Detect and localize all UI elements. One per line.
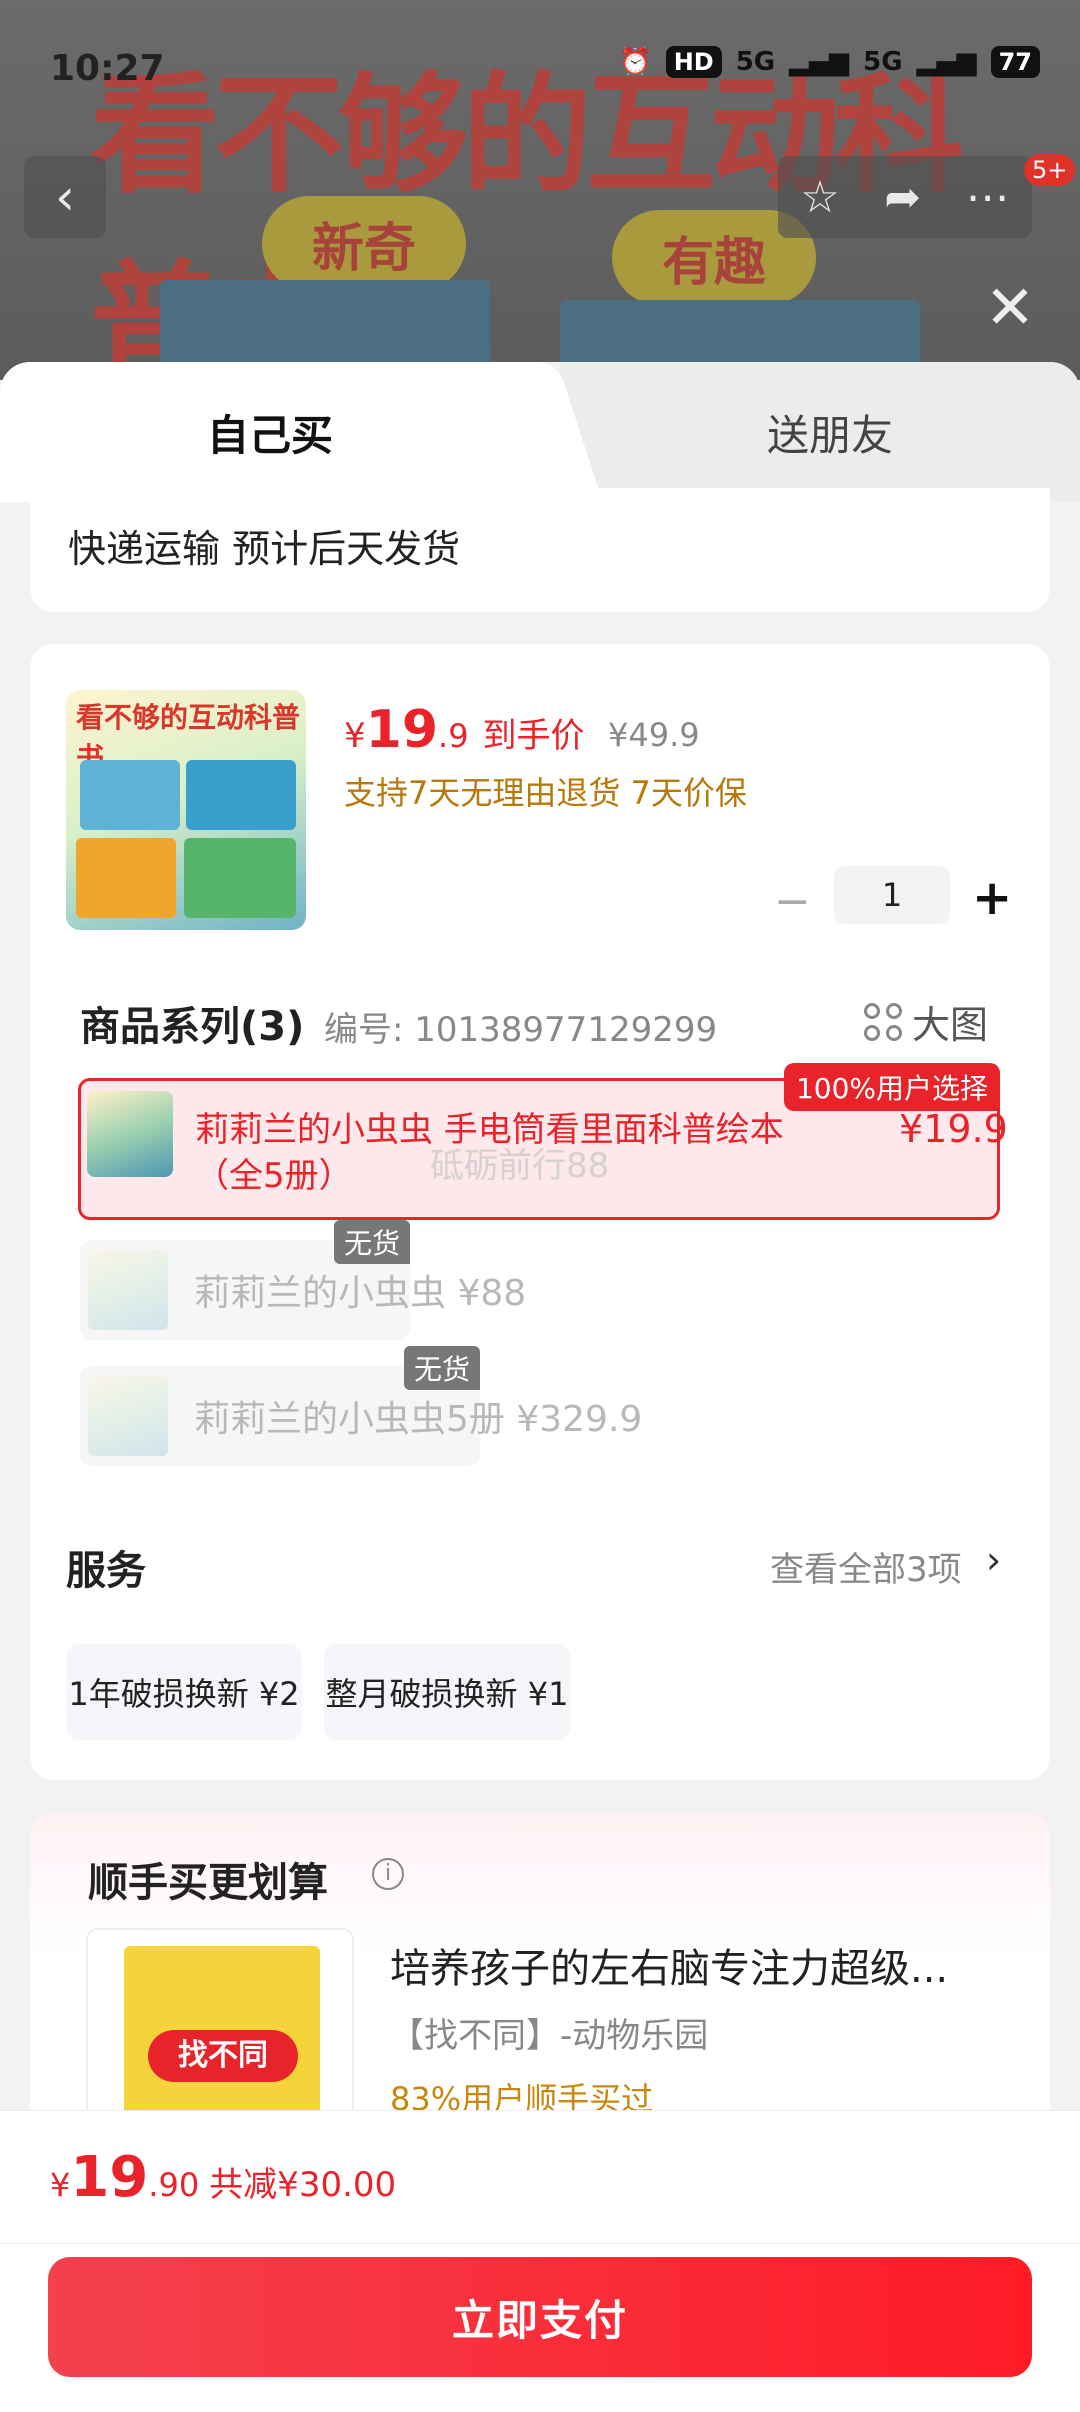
book-cover bbox=[76, 838, 176, 918]
book-cover bbox=[80, 760, 180, 830]
quantity-minus-button[interactable]: − bbox=[774, 876, 811, 927]
option-thumbnail bbox=[87, 1091, 173, 1177]
total-currency: ¥ bbox=[50, 2166, 71, 2204]
addon-card: 顺手买更划算 i 找不同 培养孩子的左右脑专注力超级... 【找不同】-动物乐园… bbox=[30, 1812, 1050, 2148]
tab-self-label: 自己买 bbox=[206, 410, 333, 460]
chevron-right-icon[interactable]: › bbox=[986, 1538, 1001, 1582]
battery-icon: 77 bbox=[990, 46, 1040, 78]
option-thumbnail bbox=[88, 1376, 168, 1456]
original-price: ¥49.9 bbox=[608, 716, 700, 754]
addon-item-name[interactable]: 培养孩子的左右脑专注力超级... bbox=[390, 1936, 948, 1994]
tab-gift[interactable]: 送朋友 bbox=[560, 362, 1080, 502]
share-icon[interactable]: ➦ bbox=[884, 172, 921, 223]
divider bbox=[0, 2243, 1080, 2244]
price-label: 到手价 bbox=[482, 716, 585, 756]
network-5g-label: 5G bbox=[863, 47, 903, 77]
status-bar: 10:27 ⏰ HD 5G ▂▄▆ 5G ▂▄▆ 77 bbox=[0, 0, 1080, 130]
service-chip[interactable]: 1年破损换新 ¥2 bbox=[66, 1644, 302, 1740]
series-title: 商品系列(3) bbox=[80, 1004, 305, 1050]
star-icon[interactable]: ☆ bbox=[800, 172, 839, 223]
delivery-card: 快递运输 预计后天发货 bbox=[30, 488, 1050, 612]
out-of-stock-tag: 无货 bbox=[333, 1220, 410, 1264]
close-icon[interactable]: ✕ bbox=[980, 278, 1040, 338]
quantity-plus-button[interactable]: + bbox=[972, 870, 1012, 926]
pay-now-button[interactable]: 立即支付 bbox=[48, 2257, 1032, 2377]
alarm-icon: ⏰ bbox=[619, 47, 652, 77]
delivery-text: 快递运输 预计后天发货 bbox=[68, 527, 461, 571]
addon-cover-label: 找不同 bbox=[148, 2030, 298, 2082]
out-of-stock-tag: 无货 bbox=[403, 1346, 480, 1390]
grid-icon bbox=[864, 1002, 902, 1041]
purchase-tabs: 送朋友 自己买 bbox=[0, 362, 1080, 502]
tab-self[interactable]: 自己买 bbox=[0, 362, 540, 502]
option-label: 莉莉兰的小虫虫5册 ¥329.9 bbox=[194, 1399, 643, 1440]
chevron-left-icon: ‹ bbox=[55, 168, 75, 226]
option-thumbnail bbox=[88, 1250, 168, 1330]
notification-badge: 5+ bbox=[1024, 154, 1076, 186]
series-code: 编号: 10138977129299 bbox=[324, 1010, 718, 1050]
signal-icon: ▂▄▆ bbox=[789, 47, 850, 77]
option-tag: 100%用户选择 bbox=[783, 1063, 1000, 1111]
addon-title: 顺手买更划算 bbox=[88, 1860, 328, 1906]
network-5g-label: 5G bbox=[735, 47, 776, 77]
purchase-sheet: 送朋友 自己买 快递运输 预计后天发货 看不够的互动科普书 ¥19.9 到手价 ¥… bbox=[0, 362, 1080, 2412]
product-banner-backdrop: 看不够的互动科普书 新奇 有趣 10:27 ⏰ HD 5G ▂▄▆ 5G ▂▄▆… bbox=[0, 0, 1080, 380]
banner-bubble-left: 新奇 bbox=[262, 196, 467, 291]
services-title: 服务 bbox=[66, 1548, 146, 1594]
quantity-input[interactable]: 1 bbox=[834, 866, 950, 924]
nav-actions: ☆ ➦ ⋯ bbox=[778, 156, 1032, 238]
book-cover bbox=[184, 838, 296, 918]
watermark: 砥砺前行88 bbox=[430, 1146, 610, 1186]
guarantee-text: 支持7天无理由退货 7天价保 bbox=[344, 774, 747, 812]
product-thumbnail[interactable]: 看不够的互动科普书 bbox=[66, 690, 306, 930]
hd-icon: HD bbox=[665, 46, 722, 78]
series-option-disabled[interactable]: 莉莉兰的小虫虫 ¥88 无货 bbox=[80, 1220, 526, 1340]
book-cover bbox=[186, 760, 296, 830]
total-decimal: .90 bbox=[148, 2166, 200, 2204]
total-saved: 共减¥30.00 bbox=[209, 2165, 397, 2205]
more-icon[interactable]: ⋯ bbox=[966, 172, 1010, 223]
total-integer: 19 bbox=[70, 2145, 149, 2210]
big-image-label: 大图 bbox=[912, 1003, 989, 1047]
checkout-bar: ¥19.90 共减¥30.00 立即支付 bbox=[0, 2110, 1080, 2412]
price-currency: ¥ bbox=[344, 716, 366, 756]
info-icon[interactable]: i bbox=[372, 1858, 404, 1890]
back-button[interactable]: ‹ bbox=[24, 156, 106, 238]
price-integer: 19 bbox=[365, 700, 439, 760]
service-chip[interactable]: 整月破损换新 ¥1 bbox=[324, 1644, 570, 1740]
series-option-disabled[interactable]: 莉莉兰的小虫虫5册 ¥329.9 无货 bbox=[80, 1346, 642, 1466]
option-price: ¥19.9 bbox=[899, 1107, 1008, 1151]
total-price: ¥19.90 共减¥30.00 bbox=[50, 2145, 396, 2210]
option-label: 莉莉兰的小虫虫 ¥88 bbox=[194, 1273, 527, 1314]
signal-icon: ▂▄▆ bbox=[916, 47, 977, 77]
price-decimal: .9 bbox=[438, 717, 469, 755]
big-image-toggle[interactable]: 大图 bbox=[864, 994, 988, 1049]
product-card: 看不够的互动科普书 ¥19.9 到手价 ¥49.9 支持7天无理由退货 7天价保 … bbox=[30, 644, 1050, 1780]
services-view-all[interactable]: 查看全部3项 bbox=[770, 1542, 962, 1591]
final-price: ¥19.9 到手价 bbox=[344, 700, 585, 760]
status-time: 10:27 bbox=[50, 48, 165, 89]
addon-item-sub: 【找不同】-动物乐园 bbox=[390, 2016, 709, 2056]
status-icons: ⏰ HD 5G ▂▄▆ 5G ▂▄▆ 77 bbox=[619, 46, 1040, 78]
